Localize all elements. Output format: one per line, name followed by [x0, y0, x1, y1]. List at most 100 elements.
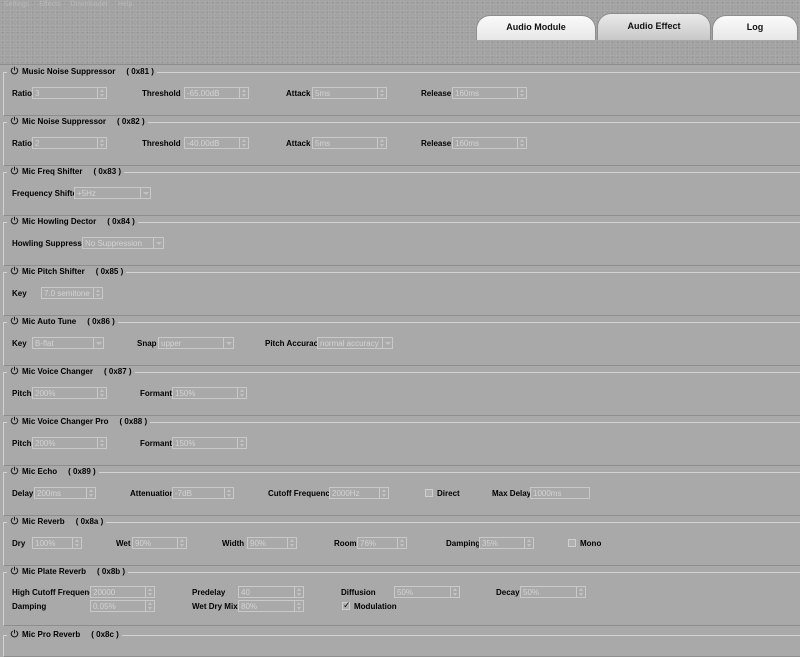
param-spinbox[interactable]: 160ms	[452, 87, 527, 99]
menu-effects[interactable]: Effects	[39, 0, 60, 9]
param-dropdown[interactable]: B-flat	[32, 337, 104, 349]
spin-arrows-icon[interactable]	[397, 538, 406, 548]
chevron-down-icon[interactable]	[93, 338, 103, 348]
section-title: Mic Auto Tune	[22, 317, 77, 326]
spin-arrows-icon[interactable]	[97, 138, 106, 148]
param-spinbox[interactable]: 50%	[520, 586, 586, 598]
chevron-down-icon[interactable]	[223, 338, 233, 348]
spin-arrows-icon[interactable]	[294, 587, 303, 597]
checkbox[interactable]	[425, 489, 433, 497]
power-icon	[10, 366, 19, 375]
checkbox[interactable]	[568, 539, 576, 547]
param-spinbox[interactable]: 2	[32, 137, 107, 149]
section-header: Mic Howling Dector ( 0x84 )	[7, 216, 138, 227]
spin-arrows-icon[interactable]	[224, 488, 233, 498]
chevron-down-icon[interactable]	[153, 238, 163, 248]
tab-audio-module[interactable]: Audio Module	[476, 15, 596, 40]
menu-help[interactable]: Help	[118, 0, 132, 9]
param-input[interactable]: 1000ms	[530, 487, 590, 499]
power-toggle[interactable]	[10, 316, 19, 327]
param-spinbox[interactable]: 35%	[479, 537, 534, 549]
param-value: 40	[241, 588, 250, 597]
param-spinbox[interactable]: 200ms	[34, 487, 96, 499]
effect-section: Mic Voice Changer Pro ( 0x88 ) Pitch 200% Fo…	[3, 416, 800, 466]
param-dropdown[interactable]: +5Hz	[74, 187, 151, 199]
power-toggle[interactable]	[10, 166, 19, 177]
spin-arrows-icon[interactable]	[294, 601, 303, 611]
spin-arrows-icon[interactable]	[377, 88, 386, 98]
chevron-down-icon[interactable]	[140, 188, 150, 198]
checkbox[interactable]	[342, 600, 351, 611]
power-toggle[interactable]	[10, 366, 19, 377]
menu-settings[interactable]: Settings	[4, 0, 29, 9]
power-toggle[interactable]	[10, 66, 19, 77]
param-spinbox[interactable]: 80%	[238, 600, 304, 612]
spin-arrows-icon[interactable]	[239, 88, 248, 98]
param-spinbox[interactable]: 160ms	[452, 137, 527, 149]
param-spinbox[interactable]: 5ms	[312, 137, 387, 149]
param-spinbox[interactable]: -65.00dB	[184, 87, 249, 99]
spin-arrows-icon[interactable]	[287, 538, 296, 548]
param-spinbox[interactable]: 100%	[32, 537, 82, 549]
spin-arrows-icon[interactable]	[93, 288, 102, 298]
power-icon	[10, 266, 19, 275]
spin-arrows-icon[interactable]	[97, 88, 106, 98]
param-row: High Cutoff Frequency 20000 Predelay 40 Diff…	[12, 586, 800, 600]
param-spinbox[interactable]: 200%	[32, 437, 107, 449]
spin-arrows-icon[interactable]	[97, 438, 106, 448]
power-toggle[interactable]	[10, 466, 19, 477]
param-spinbox[interactable]: 2000Hz	[329, 487, 389, 499]
param-spinbox[interactable]: 50%	[394, 586, 460, 598]
power-toggle[interactable]	[10, 566, 19, 577]
spin-arrows-icon[interactable]	[379, 488, 388, 498]
spin-arrows-icon[interactable]	[524, 538, 533, 548]
param-label: Release	[421, 139, 452, 148]
power-toggle[interactable]	[10, 516, 19, 527]
spin-arrows-icon[interactable]	[450, 587, 459, 597]
param-spinbox[interactable]: -40.00dB	[184, 137, 249, 149]
spin-arrows-icon[interactable]	[377, 138, 386, 148]
tab-log[interactable]: Log	[712, 15, 798, 40]
param-spinbox[interactable]: 5ms	[312, 87, 387, 99]
section-title: Mic Reverb	[22, 517, 65, 526]
spin-arrows-icon[interactable]	[177, 538, 186, 548]
param-spinbox[interactable]: 200%	[32, 387, 107, 399]
spin-arrows-icon[interactable]	[237, 388, 246, 398]
spin-arrows-icon[interactable]	[145, 587, 154, 597]
param-spinbox[interactable]: 76%	[357, 537, 407, 549]
param-spinbox[interactable]: 3	[32, 87, 107, 99]
power-toggle[interactable]	[10, 266, 19, 277]
power-toggle[interactable]	[10, 416, 19, 427]
param-dropdown[interactable]: No Suppression	[82, 237, 164, 249]
param-dropdown[interactable]: upper	[158, 337, 234, 349]
param-spinbox[interactable]: 90%	[132, 537, 187, 549]
power-toggle[interactable]	[10, 216, 19, 227]
spin-arrows-icon[interactable]	[97, 388, 106, 398]
param-dropdown[interactable]: normal accuracy	[317, 337, 393, 349]
effect-section: Mic Noise Suppressor ( 0x82 ) Ratio 2 Thresh…	[3, 116, 800, 166]
spin-arrows-icon[interactable]	[145, 601, 154, 611]
param-spinbox[interactable]: -7dB	[172, 487, 234, 499]
power-icon	[10, 166, 19, 175]
param-spinbox[interactable]: 90%	[247, 537, 297, 549]
param-spinbox[interactable]: 20000	[90, 586, 155, 598]
param-spinbox[interactable]: 150%	[172, 387, 247, 399]
power-toggle[interactable]	[10, 116, 19, 127]
param-label: Howling Suppressor	[12, 239, 90, 248]
spin-arrows-icon[interactable]	[72, 538, 81, 548]
menu-downloader[interactable]: Downloader	[71, 0, 108, 9]
param-spinbox[interactable]: 40	[238, 586, 304, 598]
spin-arrows-icon[interactable]	[517, 138, 526, 148]
spin-arrows-icon[interactable]	[576, 587, 585, 597]
power-toggle[interactable]	[10, 629, 19, 640]
param-spinbox[interactable]: 0.05%	[90, 600, 155, 612]
spin-arrows-icon[interactable]	[86, 488, 95, 498]
param-spinbox[interactable]: 150%	[172, 437, 247, 449]
spin-arrows-icon[interactable]	[239, 138, 248, 148]
spin-arrows-icon[interactable]	[517, 88, 526, 98]
tab-audio-effect[interactable]: Audio Effect	[597, 13, 711, 40]
effect-section: Mic Reverb ( 0x8a ) Dry 100% Wet 90% Width 90% R…	[3, 516, 800, 566]
chevron-down-icon[interactable]	[382, 338, 392, 348]
spin-arrows-icon[interactable]	[237, 438, 246, 448]
param-spinbox[interactable]: 7.0 semitone	[41, 287, 103, 299]
